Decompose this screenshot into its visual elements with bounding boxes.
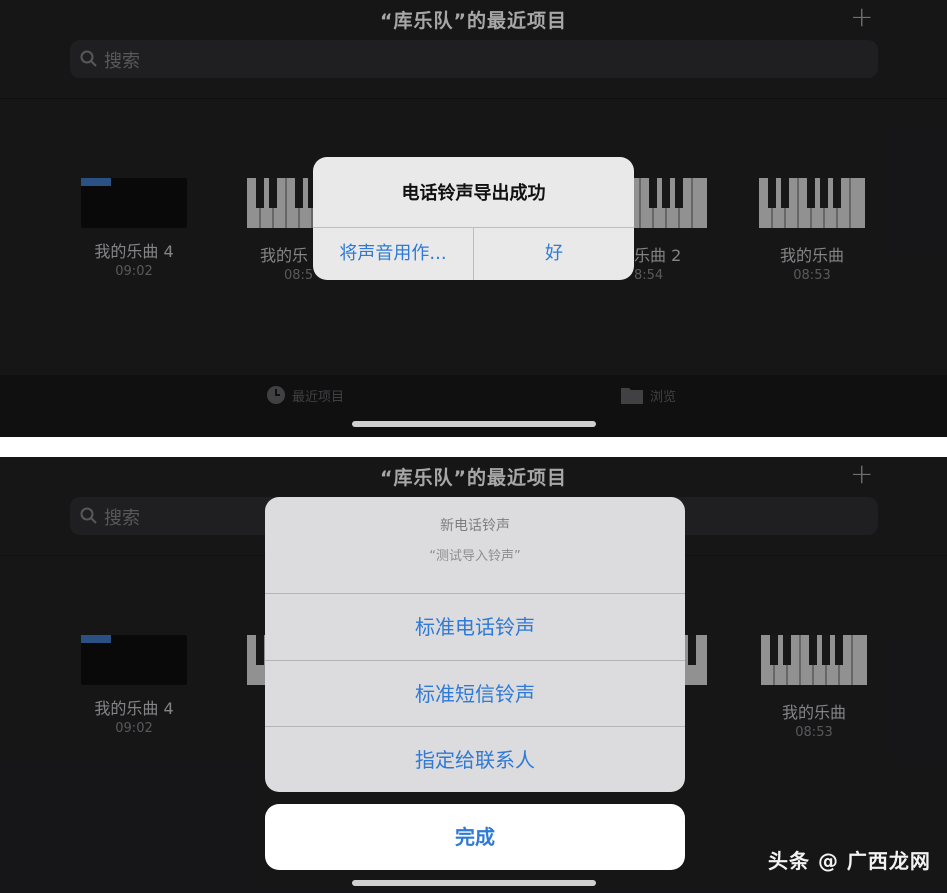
ok-button[interactable]: 好: [474, 228, 634, 280]
use-sound-as-button[interactable]: 将声音用作...: [313, 228, 473, 280]
standard-ringtone-button[interactable]: 标准电话铃声: [265, 594, 685, 660]
standard-text-tone-button[interactable]: 标准短信铃声: [265, 661, 685, 727]
home-indicator[interactable]: [352, 880, 596, 886]
assign-to-contact-button[interactable]: 指定给联系人: [265, 727, 685, 792]
ringtone-action-sheet: 新电话铃声 “测试导入铃声” 标准电话铃声 标准短信铃声 指定给联系人: [265, 497, 685, 792]
garageband-recent-screen-bottom: “库乐队”的最近项目 + 搜索 我的乐曲 4 09:02 我的乐曲 08:53 …: [0, 457, 947, 893]
sheet-message: “测试导入铃声”: [429, 549, 521, 564]
sheet-title: 新电话铃声: [440, 518, 510, 534]
export-success-alert: 电话铃声导出成功 将声音用作... 好: [313, 157, 634, 280]
alert-title: 电话铃声导出成功: [401, 183, 546, 204]
done-button[interactable]: 完成: [265, 804, 685, 870]
home-indicator[interactable]: [352, 421, 596, 427]
garageband-recent-screen-top: “库乐队”的最近项目 + 搜索 我的乐曲 4 09:02 我的乐 08:5 乐曲…: [0, 0, 947, 437]
watermark: 头条 @ 广西龙网: [768, 849, 931, 873]
